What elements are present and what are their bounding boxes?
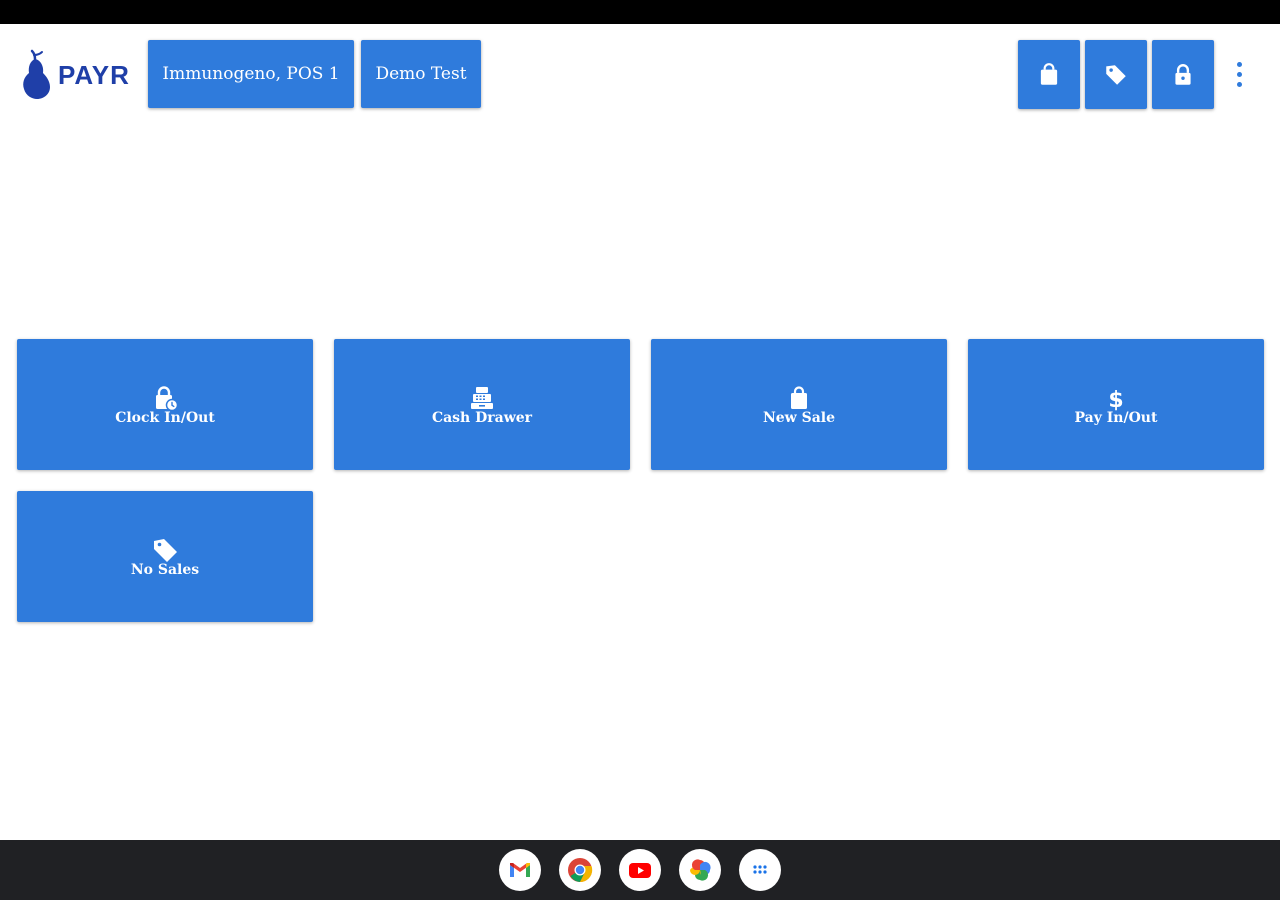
clock-in-out-tile[interactable]: Clock In/Out xyxy=(17,339,313,470)
lock-screen-button[interactable] xyxy=(1152,40,1214,109)
more-vert-icon[interactable] xyxy=(1226,54,1252,94)
menu-dot xyxy=(1236,71,1242,77)
tile-label: New Sale xyxy=(762,409,836,426)
user-selector-button[interactable]: Demo Test xyxy=(361,40,481,108)
system-status-bar xyxy=(0,0,1280,24)
no-sales-tile[interactable]: No Sales xyxy=(17,491,313,622)
location-selector-button[interactable]: Immunogeno, POS 1 xyxy=(148,40,354,108)
no-sale-header-button[interactable] xyxy=(1085,40,1147,109)
system-shelf xyxy=(0,840,1280,900)
pos-home-screen: PAYR Immunogeno, POS 1 Demo Test Clock I… xyxy=(0,24,1280,840)
payr-logo: PAYR xyxy=(20,48,140,102)
launcher-button[interactable] xyxy=(739,849,781,891)
menu-dot xyxy=(1236,61,1242,67)
app-launcher-icon xyxy=(753,865,767,874)
user-label: Demo Test xyxy=(375,64,467,84)
shopping-bag-icon xyxy=(1040,62,1058,85)
cash-drawer-tile[interactable]: Cash Drawer xyxy=(334,339,630,470)
dollar-icon: $ xyxy=(1108,388,1123,412)
photos-icon xyxy=(690,859,711,881)
menu-dot xyxy=(1236,81,1242,87)
chrome-icon xyxy=(568,858,593,883)
shopping-bag-icon xyxy=(791,385,807,409)
tile-label: Pay In/Out xyxy=(1074,409,1158,426)
tile-label: Clock In/Out xyxy=(115,409,215,426)
location-label: Immunogeno, POS 1 xyxy=(162,64,340,84)
svg-text:$: $ xyxy=(1108,388,1123,412)
tag-icon xyxy=(154,538,177,562)
new-sale-header-button[interactable] xyxy=(1018,40,1080,109)
tag-icon xyxy=(1106,64,1126,85)
lock-icon xyxy=(1175,63,1191,85)
lock-clock-icon xyxy=(156,385,179,411)
pay-in-out-tile[interactable]: $ Pay In/Out xyxy=(968,339,1264,470)
brand-name: PAYR xyxy=(58,59,130,90)
youtube-icon xyxy=(629,863,651,878)
new-sale-tile[interactable]: New Sale xyxy=(651,339,947,470)
pear-logo-icon xyxy=(23,49,50,99)
tile-label: No Sales xyxy=(130,561,200,578)
photos-app-button[interactable] xyxy=(679,849,721,891)
chrome-app-button[interactable] xyxy=(559,849,601,891)
youtube-app-button[interactable] xyxy=(619,849,661,891)
cash-register-icon xyxy=(471,386,493,409)
gmail-icon xyxy=(510,863,530,877)
gmail-app-button[interactable] xyxy=(499,849,541,891)
tile-label: Cash Drawer xyxy=(431,409,533,426)
